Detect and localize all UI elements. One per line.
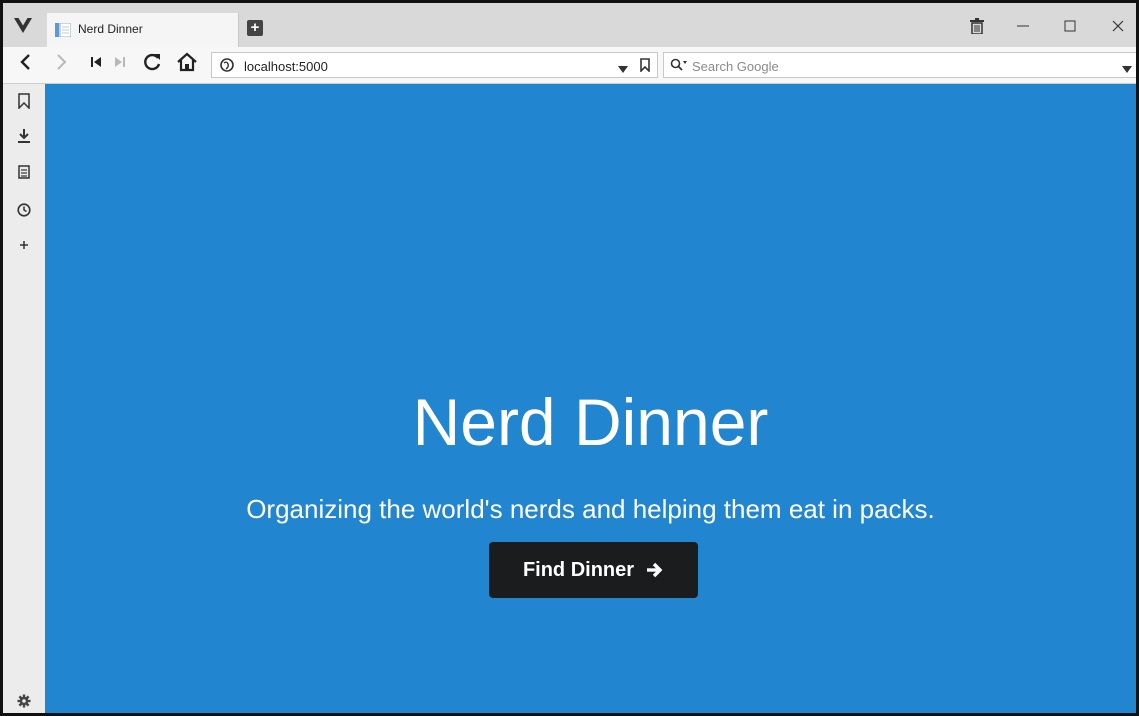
address-bar[interactable]: localhost:5000 bbox=[211, 52, 658, 78]
globe-icon[interactable] bbox=[220, 58, 234, 77]
page-icon bbox=[55, 22, 72, 38]
maximize-icon bbox=[1064, 19, 1076, 37]
title-bar: Nerd Dinner + bbox=[3, 3, 1136, 47]
fast-forward-icon bbox=[114, 55, 126, 73]
history-icon bbox=[17, 202, 31, 222]
search-bar[interactable]: Search Google bbox=[663, 52, 1136, 79]
find-dinner-button[interactable]: Find Dinner bbox=[489, 542, 698, 598]
trash-icon bbox=[970, 17, 984, 39]
page-content: Nerd Dinner Organizing the world's nerds… bbox=[45, 84, 1136, 713]
navigation-bar: localhost:5000 Search Google bbox=[3, 47, 1136, 84]
new-tab-button[interactable]: + bbox=[247, 20, 263, 36]
trash-button[interactable] bbox=[955, 13, 999, 43]
back-arrow-icon bbox=[19, 53, 31, 76]
back-button[interactable] bbox=[14, 53, 36, 75]
settings-button[interactable] bbox=[13, 692, 35, 713]
tab-nerd-dinner[interactable]: Nerd Dinner bbox=[47, 13, 239, 47]
rewind-icon bbox=[90, 55, 102, 73]
plus-icon: + bbox=[250, 19, 260, 36]
fast-forward-button[interactable] bbox=[109, 53, 131, 75]
maximize-button[interactable] bbox=[1048, 13, 1092, 43]
arrow-right-icon bbox=[646, 562, 664, 578]
side-bookmarks-button[interactable] bbox=[13, 92, 35, 114]
forward-button[interactable] bbox=[51, 53, 73, 75]
add-panel-icon bbox=[19, 237, 29, 255]
search-icon[interactable] bbox=[670, 58, 688, 77]
bookmark-icon[interactable] bbox=[640, 58, 650, 77]
url-text[interactable]: localhost:5000 bbox=[244, 59, 328, 74]
side-panel bbox=[3, 84, 45, 713]
minimize-button[interactable] bbox=[1001, 13, 1045, 43]
vivaldi-logo-icon[interactable] bbox=[11, 13, 35, 37]
reload-button[interactable] bbox=[141, 53, 163, 75]
side-downloads-button[interactable] bbox=[13, 127, 35, 149]
find-dinner-label: Find Dinner bbox=[522, 558, 635, 581]
forward-arrow-icon bbox=[56, 53, 68, 76]
page-title: Nerd Dinner bbox=[412, 385, 769, 459]
minimize-icon bbox=[1017, 19, 1029, 37]
close-icon bbox=[1112, 19, 1124, 37]
browser-window: Nerd Dinner + localhost:5000 Search Goog… bbox=[0, 0, 1139, 716]
tab-title: Nerd Dinner bbox=[78, 22, 143, 36]
side-add-panel-button[interactable] bbox=[13, 235, 35, 257]
bookmark-icon bbox=[18, 92, 30, 114]
gear-icon bbox=[17, 694, 31, 713]
download-icon bbox=[17, 128, 31, 149]
rewind-button[interactable] bbox=[85, 53, 107, 75]
side-notes-button[interactable] bbox=[13, 163, 35, 185]
home-icon bbox=[177, 52, 197, 77]
search-input[interactable]: Search Google bbox=[692, 59, 779, 74]
side-history-button[interactable] bbox=[13, 201, 35, 223]
page-subtitle: Organizing the world's nerds and helping… bbox=[246, 494, 935, 524]
reload-icon bbox=[142, 52, 162, 77]
search-dropdown-icon[interactable] bbox=[1122, 61, 1132, 79]
notes-icon bbox=[18, 164, 30, 184]
home-button[interactable] bbox=[176, 52, 198, 77]
url-dropdown-icon[interactable] bbox=[618, 61, 628, 79]
close-button[interactable] bbox=[1096, 13, 1136, 43]
